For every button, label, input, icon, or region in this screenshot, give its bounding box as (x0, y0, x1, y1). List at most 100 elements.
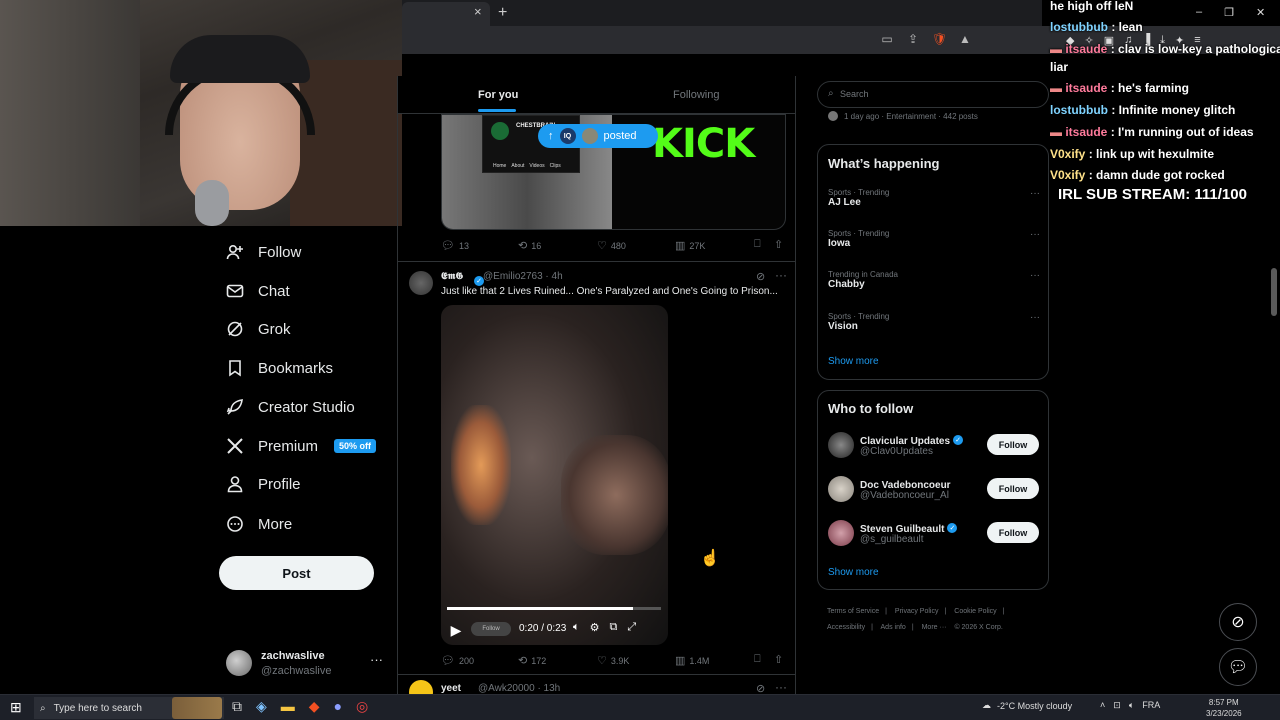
divider (398, 674, 795, 675)
like-button[interactable]: ♡ 3.9K (597, 654, 629, 667)
sidebar-item-premium[interactable]: Premium 50% off (226, 433, 377, 459)
fullscreen-icon[interactable]: ⤢ (627, 621, 636, 634)
more-icon[interactable]: ··· (775, 268, 787, 282)
sidebar-item-creator-studio[interactable]: Creator Studio (226, 394, 355, 420)
avatar[interactable] (409, 271, 433, 295)
follow-suggestion[interactable]: Steven Guilbeault ✓ @s_guilbeault Follow (828, 519, 1040, 549)
reply-button[interactable]: 💬︎ 200 (441, 654, 474, 667)
trend-name: Iowa (828, 238, 851, 249)
tweet-author-handle[interactable]: @Awk20000 · 13h (478, 683, 560, 694)
bookmark-button[interactable]: ⎕ (754, 653, 761, 666)
discord-icon[interactable]: ● (334, 698, 342, 715)
cast-icon[interactable]: ▭ (880, 32, 894, 46)
share-button[interactable]: ⇧ (774, 653, 783, 666)
trend-item[interactable]: Trending in Canada Chabby ··· (828, 270, 1040, 290)
sidebar-item-bookmarks[interactable]: Bookmarks (226, 355, 333, 381)
footer-link[interactable]: Privacy Policy (895, 608, 939, 615)
language-indicator[interactable]: FRA (1142, 700, 1160, 711)
show-more-link[interactable]: Show more (828, 356, 879, 367)
follow-suggestion[interactable]: Doc Vadeboncoeur @Vadeboncoeur_Al Follow (828, 475, 1040, 505)
footer-link[interactable]: More ··· (922, 624, 947, 631)
sidebar-item-grok[interactable]: Grok (226, 316, 291, 342)
follow-button[interactable]: Follow (987, 434, 1039, 455)
repost-button[interactable]: ⟲ 16 (518, 239, 541, 252)
new-tab-button[interactable]: + (498, 4, 507, 22)
brave-shield-icon[interactable]: 🛡 (932, 32, 947, 46)
grok-icon[interactable]: ⊘ (756, 682, 765, 694)
obs-icon[interactable]: ◎ (356, 698, 368, 715)
avatar[interactable] (409, 680, 433, 694)
tweet-author-handle[interactable]: @Emilio2763 · 4h (483, 271, 563, 282)
footer-link[interactable]: Accessibility (827, 624, 865, 631)
post-button[interactable]: Post (219, 556, 374, 590)
more-icon[interactable]: ··· (1030, 229, 1040, 240)
chat-button[interactable]: 💬︎ (1219, 648, 1257, 686)
close-window-button[interactable]: ✕ (1256, 6, 1265, 19)
scrollbar-thumb[interactable] (1271, 268, 1277, 316)
new-posts-pill[interactable]: ↑ IQ posted (538, 124, 658, 148)
more-icon[interactable]: ··· (1030, 188, 1040, 199)
search-icon: ⌕ (828, 88, 834, 99)
news-item-meta[interactable]: 1 day ago · Entertainment · 442 posts (828, 111, 978, 121)
grok-icon[interactable]: ⊘ (756, 270, 765, 283)
more-icon[interactable]: ··· (370, 652, 383, 667)
sidebar-item-chat[interactable]: Chat (226, 278, 290, 304)
minimize-button[interactable]: – (1196, 6, 1202, 19)
chevron-up-icon[interactable]: ˄ (1100, 700, 1105, 711)
share-icon[interactable]: ⇪ (906, 32, 920, 46)
tab-for-you[interactable]: For you (478, 89, 518, 101)
show-more-link[interactable]: Show more (828, 567, 879, 578)
like-button[interactable]: ♡ 480 (597, 239, 626, 252)
brave-browser-icon[interactable]: ◆ (309, 698, 320, 715)
search-highlight-image[interactable] (172, 697, 222, 719)
sidebar-item-more[interactable]: More (226, 511, 292, 537)
trend-item[interactable]: Sports · Trending Iowa ··· (828, 229, 1040, 249)
trend-name: Vision (828, 321, 858, 332)
views-button[interactable]: ▥ 27K (675, 239, 705, 252)
taskbar-clock[interactable]: 8:57 PM 3/23/2026 (1206, 697, 1242, 719)
trend-item[interactable]: Sports · Trending Vision ··· (828, 312, 1040, 332)
more-icon[interactable]: ··· (1030, 270, 1040, 281)
suggestion-handle: @s_guilbeault (860, 534, 924, 545)
tweet-author-name[interactable]: 𝕰𝖒𝕲 (441, 271, 463, 282)
rewards-icon[interactable]: ▲ (958, 32, 972, 46)
windows-start-icon[interactable]: ⊞ (10, 699, 22, 716)
footer-link[interactable]: Ads info (881, 624, 906, 631)
taskbar-weather[interactable]: ☁ -2°C Mostly cloudy (982, 700, 1072, 711)
bookmark-icon (226, 359, 244, 377)
volume-icon[interactable]: 🔈︎ (1129, 700, 1134, 711)
file-explorer-icon[interactable]: ▬ (281, 698, 295, 715)
reply-button[interactable]: 💬︎ 13 (441, 239, 469, 252)
play-button[interactable]: ▶ (445, 619, 467, 641)
video-follow-button[interactable]: Follow (471, 622, 511, 636)
search-input[interactable]: ⌕ Search (817, 81, 1049, 108)
share-button[interactable]: ⇧ (774, 238, 783, 251)
sidebar-item-follow[interactable]: Follow (226, 239, 301, 265)
pip-icon[interactable]: ⧉ (609, 621, 617, 634)
tweet-video[interactable]: ▶ Follow 0:20 / 0:23 🔈︎ ⚙ ⧉ ⤢ (441, 305, 668, 645)
follow-suggestion[interactable]: Clavicular Updates ✓ @Clav0Updates Follow (828, 431, 1040, 461)
footer-link[interactable]: Cookie Policy (954, 608, 996, 615)
settings-icon[interactable]: ⚙ (590, 621, 600, 634)
task-view-icon[interactable]: ⧉ (232, 698, 242, 715)
close-tab-icon[interactable]: × (474, 4, 482, 19)
more-icon[interactable]: ··· (1030, 312, 1040, 323)
views-button[interactable]: ▥ 1.4M (675, 654, 709, 667)
footer-links: Terms of Service | Privacy Policy | Cookie… (827, 604, 1049, 636)
bookmark-button[interactable]: ⎕ (754, 238, 761, 251)
maximize-button[interactable]: ❐ (1224, 6, 1234, 19)
sidebar-item-profile[interactable]: Profile (226, 471, 301, 497)
grok-button[interactable]: ⊘ (1219, 603, 1257, 641)
volume-icon[interactable]: 🔈︎ (573, 621, 580, 634)
account-switcher[interactable]: zachwaslive @zachwaslive ··· (226, 648, 386, 680)
tweet-author-name[interactable]: yeet (441, 683, 461, 694)
tab-following[interactable]: Following (673, 89, 719, 101)
network-icon[interactable]: ⊡ (1113, 700, 1121, 711)
copilot-icon[interactable]: ◈ (256, 698, 267, 715)
repost-button[interactable]: ⟲ 172 (518, 654, 546, 667)
trend-item[interactable]: Sports · Trending AJ Lee ··· (828, 188, 1040, 208)
follow-button[interactable]: Follow (987, 522, 1039, 543)
follow-button[interactable]: Follow (987, 478, 1039, 499)
footer-link[interactable]: Terms of Service (827, 608, 879, 615)
more-icon[interactable]: ··· (775, 680, 787, 694)
